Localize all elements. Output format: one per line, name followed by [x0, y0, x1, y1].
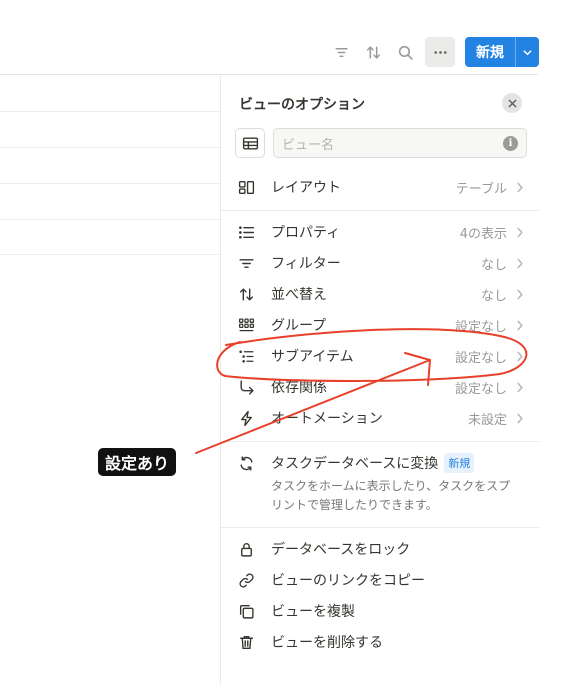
subitems-icon	[235, 345, 257, 367]
table-row-divider	[0, 111, 220, 112]
dependencies-row[interactable]: 依存関係 設定なし	[235, 373, 527, 401]
dependencies-label: 依存関係	[271, 380, 327, 396]
chevron-right-icon	[513, 411, 527, 425]
new-button[interactable]: 新規	[465, 37, 539, 67]
filter-value: なし	[480, 257, 507, 273]
section-divider	[221, 527, 539, 528]
chevron-down-icon[interactable]	[515, 37, 539, 67]
table-icon[interactable]	[235, 128, 265, 158]
delete-view-label: ビューを削除する	[271, 635, 383, 651]
lock-icon	[235, 538, 257, 560]
subitems-value: 設定なし	[454, 350, 507, 366]
table-row-divider	[0, 219, 220, 220]
sort-row[interactable]: 並べ替え なし	[235, 280, 527, 308]
section-divider	[221, 210, 539, 211]
layout-icon	[235, 176, 257, 198]
table-row-divider	[0, 147, 220, 148]
dependencies-value: 設定なし	[454, 381, 507, 397]
group-row[interactable]: グループ 設定なし	[235, 311, 527, 339]
table-row-divider	[0, 183, 220, 184]
filter-label: フィルター	[271, 256, 341, 272]
table-row-divider	[0, 254, 220, 255]
sort-label: 並べ替え	[271, 287, 327, 303]
bolt-icon	[235, 407, 257, 429]
copy-link-row[interactable]: ビューのリンクをコピー	[235, 566, 527, 594]
group-icon	[235, 314, 257, 336]
info-icon[interactable]: i	[503, 136, 518, 151]
sort-icon[interactable]	[359, 38, 387, 66]
automation-row[interactable]: オートメーション 未設定	[235, 404, 527, 432]
layout-value: テーブル	[455, 181, 507, 197]
automation-label: オートメーション	[271, 411, 383, 427]
filter-icon[interactable]	[327, 38, 355, 66]
delete-view-row[interactable]: ビューを削除する	[235, 628, 527, 656]
group-value: 設定なし	[454, 319, 507, 335]
properties-label: プロパティ	[271, 225, 341, 241]
chevron-right-icon	[513, 180, 527, 194]
sort-icon	[235, 283, 257, 305]
group-label: グループ	[271, 318, 327, 334]
view-toolbar: 新規	[323, 36, 539, 68]
filter-row[interactable]: フィルター なし	[235, 249, 527, 277]
chevron-right-icon	[513, 318, 527, 332]
chevron-right-icon	[513, 256, 527, 270]
view-name-row: ビュー名 i	[235, 128, 527, 158]
list-icon	[235, 221, 257, 243]
layout-label: レイアウト	[271, 180, 341, 196]
copy-link-label: ビューのリンクをコピー	[271, 573, 425, 589]
chevron-right-icon	[513, 225, 527, 239]
convert-task-db-row[interactable]: タスクデータベースに変換 新規	[235, 449, 527, 477]
section-divider	[221, 441, 539, 442]
view-name-input[interactable]: ビュー名 i	[273, 128, 527, 158]
close-icon[interactable]	[502, 93, 522, 113]
link-icon	[235, 569, 257, 591]
properties-value: 4の表示	[459, 226, 507, 242]
trash-icon	[235, 631, 257, 653]
annotation-label: 設定あり	[98, 448, 177, 476]
duplicate-view-label: ビューを複製	[271, 604, 355, 620]
chevron-right-icon	[513, 349, 527, 363]
duplicate-view-row[interactable]: ビューを複製	[235, 597, 527, 625]
chevron-right-icon	[513, 380, 527, 394]
lock-database-label: データベースをロック	[271, 542, 411, 558]
view-name-placeholder: ビュー名	[282, 137, 335, 153]
filter-icon	[235, 252, 257, 274]
chevron-right-icon	[513, 287, 527, 301]
duplicate-icon	[235, 600, 257, 622]
panel-title: ビューのオプション	[239, 97, 365, 113]
more-icon[interactable]	[425, 37, 455, 67]
subitems-label: サブアイテム	[271, 349, 354, 365]
properties-row[interactable]: プロパティ 4の表示	[235, 218, 527, 246]
layout-row[interactable]: レイアウト テーブル	[235, 173, 527, 201]
sort-value: なし	[480, 288, 507, 304]
dependency-icon	[235, 376, 257, 398]
view-options-panel: ビューのオプション ビュー名 i レイアウト テーブル プロパティ 4の表示 フ…	[220, 75, 539, 685]
new-badge: 新規	[444, 453, 475, 473]
search-icon[interactable]	[391, 38, 419, 66]
lock-database-row[interactable]: データベースをロック	[235, 535, 527, 563]
new-button-label[interactable]: 新規	[465, 37, 515, 67]
convert-title: タスクデータベースに変換	[271, 456, 439, 472]
convert-icon	[235, 452, 257, 474]
convert-description: タスクをホームに表示したり、タスクをスプリントで管理したりできます。	[271, 479, 511, 512]
subitems-row[interactable]: サブアイテム 設定なし	[235, 342, 527, 370]
automation-value: 未設定	[467, 412, 507, 428]
